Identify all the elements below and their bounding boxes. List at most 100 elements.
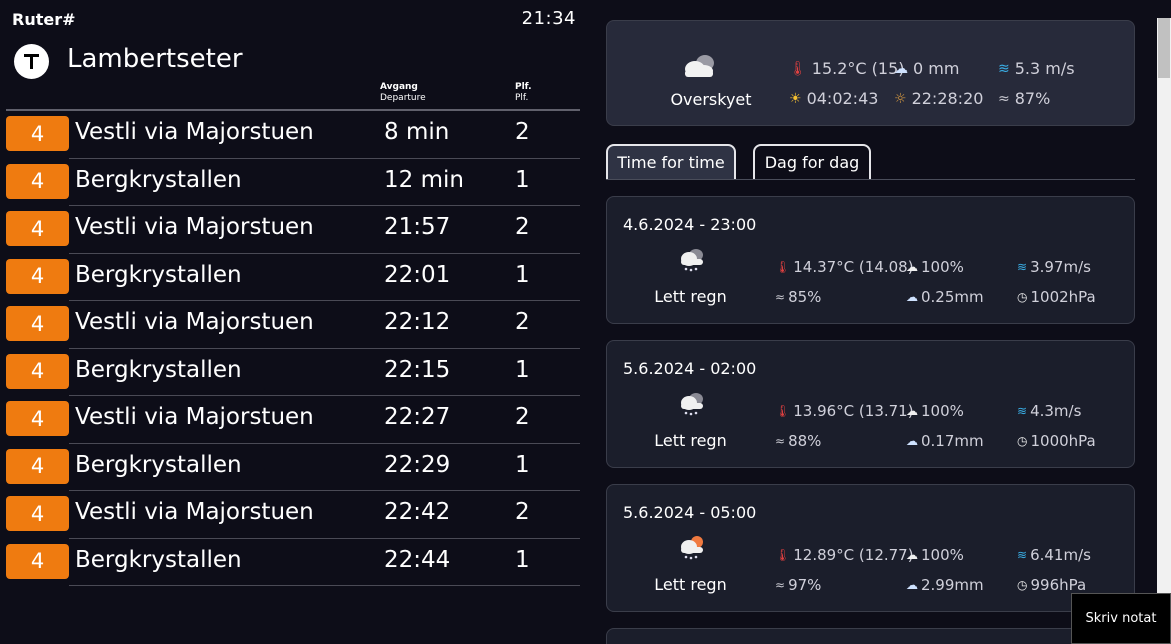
destination: Vestli via Majorstuen — [75, 119, 314, 145]
platform: 2 — [515, 214, 530, 240]
thermometer-icon: 🌡 — [775, 260, 791, 274]
wind-icon: ≋ — [1017, 404, 1028, 418]
forecast-pressure-value: 1000hPa — [1030, 432, 1096, 450]
metro-t-icon — [14, 44, 49, 79]
forecast-pressure-value: 1002hPa — [1030, 288, 1096, 306]
forecast-pressure: ◷ 1000hPa — [1017, 432, 1096, 450]
sunset-value: 22:28:20 — [911, 89, 984, 108]
humidity-icon: ≈ — [775, 290, 786, 304]
line-badge: 4 — [6, 163, 69, 199]
platform-column-header: Plf. Plf. — [515, 82, 532, 104]
platform: 2 — [515, 499, 530, 525]
forecast-card: 5.6.2024 - 02:00 Lett regn 🌡 13.96°C (13.… — [606, 340, 1135, 468]
forecast-condition: Lett regn — [654, 431, 727, 450]
destination: Vestli via Majorstuen — [75, 214, 314, 240]
forecast-pressure-value: 996hPa — [1030, 576, 1087, 594]
platform: 2 — [515, 309, 530, 335]
sunset-icon: ☼ — [894, 90, 907, 107]
line-badge: 4 — [6, 496, 69, 531]
forecast-humidity-value: 97% — [788, 576, 822, 594]
departure-header-no: Avgang — [380, 82, 418, 92]
line-badge: 4 — [6, 353, 69, 389]
thermometer-icon: 🌡 — [775, 404, 791, 418]
tab-daily[interactable]: Dag for dag — [753, 144, 871, 179]
departure-column-header: Avgang Departure — [380, 82, 426, 104]
forecast-humidity: ≈97% — [775, 576, 821, 594]
forecast-cloud: ☁ 100% — [906, 546, 964, 564]
platform: 2 — [515, 404, 530, 430]
forecast-wind: ≋ 6.41m/s — [1017, 546, 1091, 564]
forecast-pressure: ◷ 996hPa — [1017, 576, 1086, 594]
line-badge: 4 — [6, 211, 69, 246]
scrollbar[interactable] — [1157, 18, 1171, 644]
forecast-temperature: 🌡 13.96°C (13.71) — [775, 402, 914, 420]
sunrise-value: 04:02:43 — [806, 89, 879, 108]
forecast-datetime: 5.6.2024 - 02:00 — [623, 359, 757, 378]
forecast-cloud: ☁ 100% — [906, 402, 964, 420]
scrollbar-thumb[interactable] — [1158, 18, 1170, 78]
wind-icon: ≋ — [1017, 548, 1028, 562]
forecast-card-partial — [606, 628, 1135, 644]
platform: 1 — [515, 166, 530, 193]
departure-row: 4 Bergkrystallen 22:01 1 — [0, 254, 590, 301]
platform: 1 — [515, 451, 530, 478]
departure-time: 12 min — [384, 166, 464, 193]
current-humidity: ≈ 87% — [998, 89, 1050, 108]
pressure-gauge-icon: ◷ — [1017, 290, 1028, 304]
forecast-temperature-value: 14.37°C (14.08) — [793, 258, 914, 276]
destination: Vestli via Majorstuen — [75, 309, 314, 335]
pressure-gauge-icon: ◷ — [1017, 434, 1028, 448]
departure-row: 4 Vestli via Majorstuen 22:12 2 — [0, 301, 590, 349]
line-badge: 4 — [6, 258, 69, 294]
forecast-wind: ≋ 3.97m/s — [1017, 258, 1091, 276]
line-badge: 4 — [6, 448, 69, 484]
departure-row: 4 Bergkrystallen 22:29 1 — [0, 444, 590, 491]
departure-time: 21:57 — [384, 214, 451, 240]
platform: 1 — [515, 546, 530, 573]
destination: Vestli via Majorstuen — [75, 404, 314, 430]
destination: Bergkrystallen — [75, 546, 242, 573]
forecast-humidity-value: 85% — [788, 288, 822, 306]
humidity-icon: ≈ — [775, 434, 786, 448]
forecast-wind: ≋ 4.3m/s — [1017, 402, 1081, 420]
row-divider — [69, 585, 580, 586]
pressure-gauge-icon: ◷ — [1017, 578, 1028, 592]
current-temperature: 🌡 15.2°C (15) — [789, 59, 905, 78]
departure-row: 4 Bergkrystallen 22:44 1 — [0, 539, 590, 586]
forecast-temperature: 🌡 14.37°C (14.08) — [775, 258, 914, 276]
clock: 21:34 — [521, 8, 576, 29]
stop-name: Lambertseter — [67, 44, 243, 74]
rain-cloud-icon: ☁ — [906, 290, 918, 304]
wind-icon: ≋ — [998, 60, 1010, 77]
line-badge: 4 — [6, 543, 69, 579]
departure-time: 22:27 — [384, 404, 451, 430]
current-temperature-value: 15.2°C (15) — [811, 59, 905, 78]
tab-hourly[interactable]: Time for time — [606, 144, 736, 179]
forecast-humidity: ≈85% — [775, 288, 821, 306]
wind-icon: ≋ — [1017, 260, 1028, 274]
platform: 2 — [515, 119, 530, 145]
departure-time: 22:44 — [384, 546, 451, 573]
forecast-wind-value: 3.97m/s — [1030, 258, 1091, 276]
destination: Bergkrystallen — [75, 356, 242, 383]
departure-board: Ruter# 21:34 Lambertseter Avgang Departu… — [0, 0, 590, 644]
platform-header-no: Plf. — [515, 82, 532, 92]
forecast-datetime: 4.6.2024 - 23:00 — [623, 215, 757, 234]
cloud-icon: ☁ — [906, 548, 918, 562]
departure-time: 22:01 — [384, 261, 451, 288]
destination: Bergkrystallen — [75, 451, 242, 478]
forecast-wind-value: 6.41m/s — [1030, 546, 1091, 564]
tabs-divider — [606, 179, 1135, 180]
forecast-precipitation-value: 0.25mm — [921, 288, 984, 306]
line-badge: 4 — [6, 306, 69, 341]
rain-cloud-icon: ☁ — [906, 434, 918, 448]
forecast-humidity-value: 88% — [788, 432, 822, 450]
light-rain-icon — [681, 393, 703, 416]
forecast-datetime: 5.6.2024 - 05:00 — [623, 503, 757, 522]
light-rain-sun-icon — [681, 536, 703, 560]
destination: Bergkrystallen — [75, 166, 242, 193]
forecast-temperature: 🌡 12.89°C (12.77) — [775, 546, 914, 564]
destination: Vestli via Majorstuen — [75, 499, 314, 525]
write-note-button[interactable]: Skriv notat — [1071, 593, 1171, 644]
current-precipitation-value: 0 mm — [913, 59, 960, 78]
